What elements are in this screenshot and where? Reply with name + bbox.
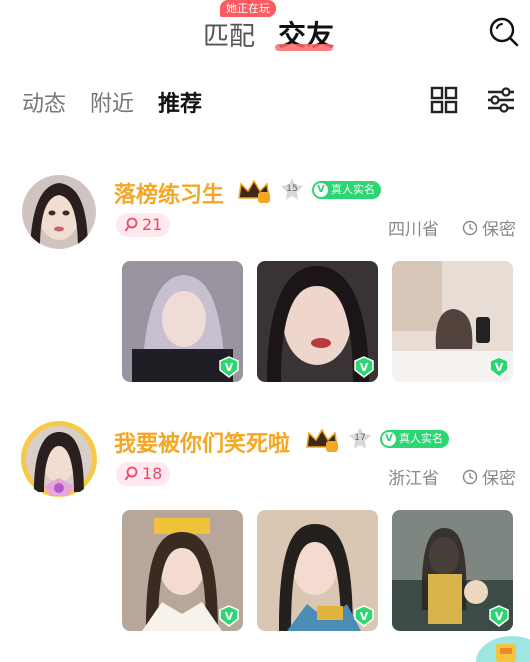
svg-text:V: V <box>225 361 234 374</box>
svg-text:V: V <box>360 361 369 374</box>
heart-like-icon <box>124 466 138 481</box>
user-nickname: 我要被你们笑死啦 <box>114 432 291 457</box>
user-photo[interactable]: V <box>122 510 243 631</box>
verified-label: 真人实名 <box>399 432 443 445</box>
photo-row: V V V <box>122 261 513 382</box>
verified-badge: V 真人实名 <box>380 430 449 448</box>
playing-badge: 她正在玩 <box>220 0 276 17</box>
verified-label: 真人实名 <box>331 183 375 196</box>
search-icon[interactable] <box>488 16 520 48</box>
verified-photo-icon: V <box>354 356 374 378</box>
photo-row: V V V <box>122 510 513 631</box>
clock-icon <box>462 469 478 484</box>
user-photo[interactable]: V <box>257 510 378 631</box>
filter-sliders-icon[interactable] <box>486 86 516 114</box>
verified-check-icon: V <box>382 432 396 446</box>
svg-text:V: V <box>225 610 234 623</box>
subtab-moments[interactable]: 动态 <box>22 86 66 118</box>
user-photo[interactable]: V <box>122 261 243 382</box>
user-card[interactable]: 落榜练习生 15 V 真人实名 21 四川省 保密 V V V <box>0 175 530 405</box>
likes-value: 18 <box>142 464 163 483</box>
verified-photo-icon: V <box>219 356 239 378</box>
subtab-nearby[interactable]: 附近 <box>90 86 134 118</box>
user-photo[interactable]: V <box>257 261 378 382</box>
verified-photo-icon: V <box>489 356 509 378</box>
feed-subtabs: 动态 附近 推荐 <box>0 80 530 120</box>
svg-text:V: V <box>495 610 504 623</box>
grid-view-icon[interactable] <box>430 86 458 114</box>
user-avatar-framed[interactable] <box>20 420 98 498</box>
verified-check-icon: V <box>314 183 328 197</box>
top-header: 匹配 她正在玩 交友 <box>0 0 530 64</box>
user-avatar[interactable] <box>22 175 96 249</box>
location-text: 四川省 <box>388 220 439 240</box>
crown-vip-icon <box>238 179 270 203</box>
tab-match[interactable]: 匹配 <box>203 16 255 53</box>
verified-photo-icon: V <box>489 605 509 627</box>
clock-icon <box>462 220 478 235</box>
subtab-recommended[interactable]: 推荐 <box>158 86 202 118</box>
likes-count[interactable]: 18 <box>116 462 171 486</box>
likes-value: 21 <box>142 215 163 234</box>
verified-photo-icon: V <box>219 605 239 627</box>
user-photo[interactable]: V <box>392 510 513 631</box>
privacy-info: 保密 <box>462 215 516 240</box>
user-nickname: 落榜练习生 <box>114 183 225 208</box>
user-photo[interactable]: V <box>392 261 513 382</box>
privacy-text: 保密 <box>482 469 516 489</box>
floating-promo-icon[interactable] <box>470 632 530 662</box>
level-value: 17 <box>354 433 366 443</box>
active-tab-indicator <box>275 44 333 51</box>
privacy-info: 保密 <box>462 464 516 489</box>
heart-like-icon <box>124 217 138 232</box>
user-card[interactable]: 我要被你们笑死啦 17 V 真人实名 18 浙江省 保密 V V V <box>0 421 530 654</box>
svg-text:V: V <box>360 610 369 623</box>
verified-badge: V 真人实名 <box>312 181 381 199</box>
svg-text:V: V <box>495 361 504 374</box>
level-value: 15 <box>286 184 298 194</box>
verified-photo-icon: V <box>354 605 374 627</box>
likes-count[interactable]: 21 <box>116 213 171 237</box>
privacy-text: 保密 <box>482 220 516 240</box>
crown-vip-icon <box>306 428 338 452</box>
location-text: 浙江省 <box>388 469 439 489</box>
